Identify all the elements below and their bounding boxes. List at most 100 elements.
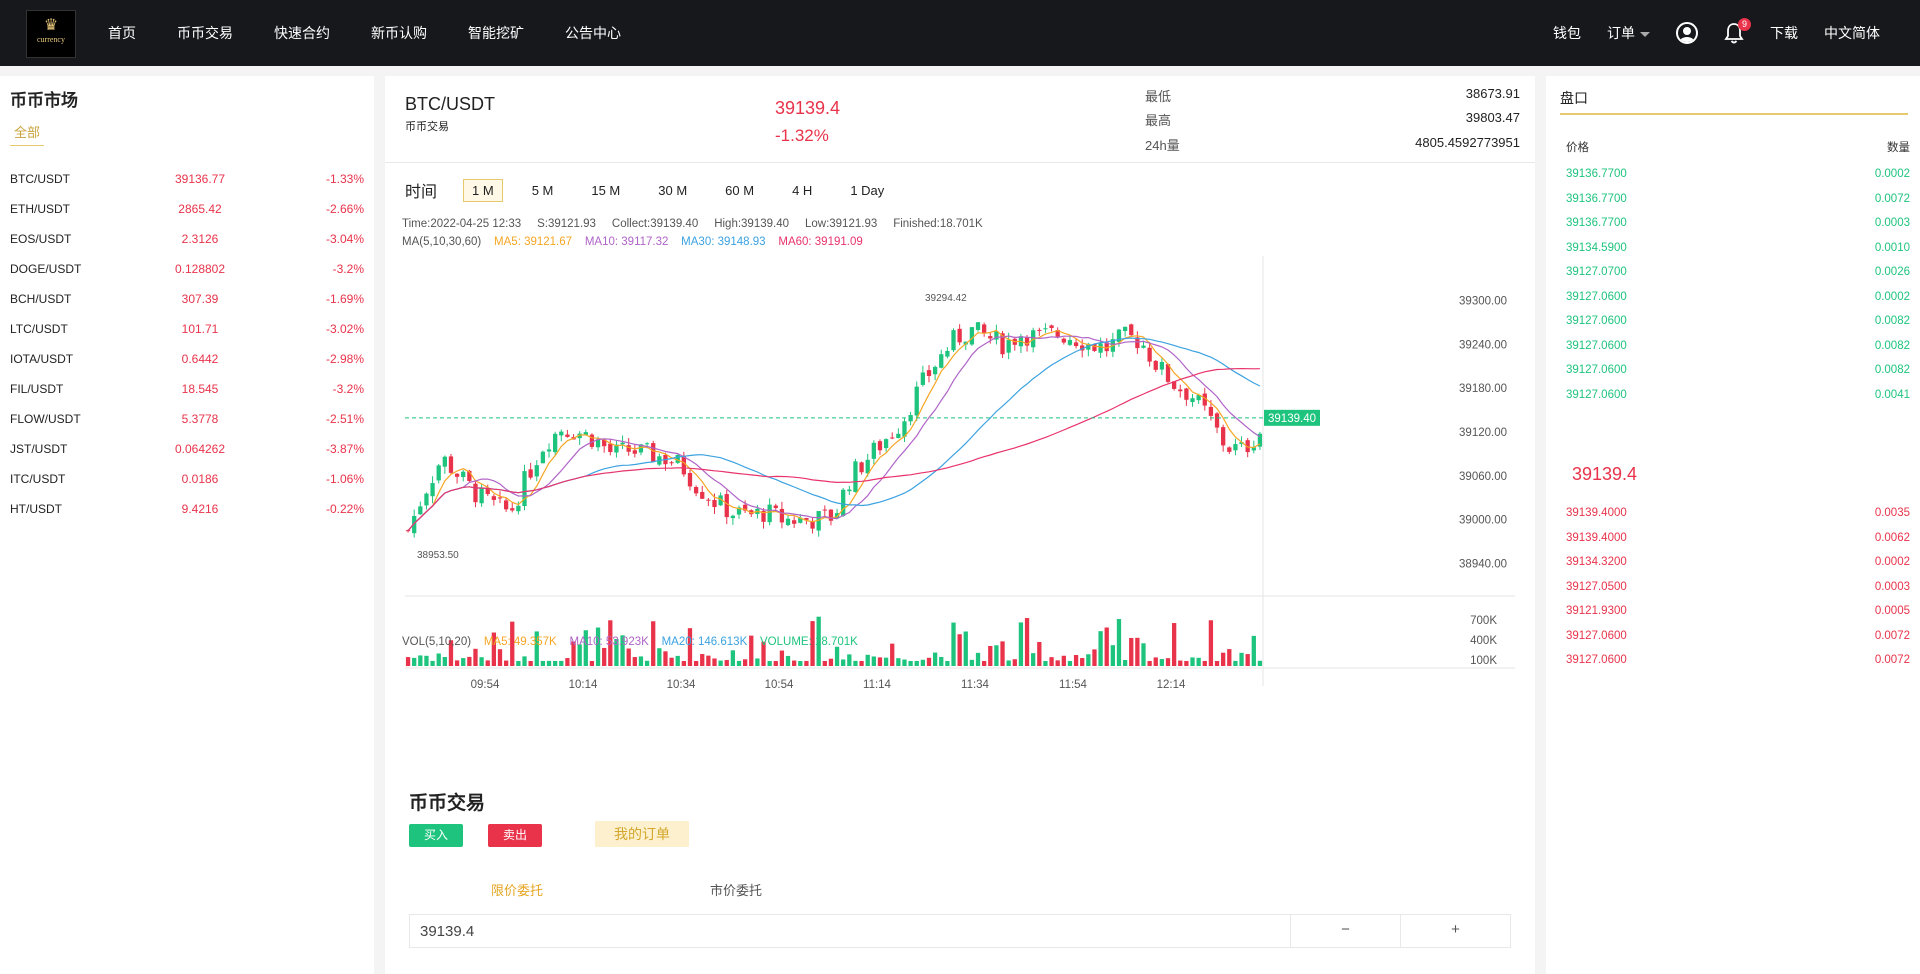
bid-row[interactable]: 39127.0700 0.0026 (1566, 266, 1910, 278)
volume-bar (405, 657, 411, 666)
candle-body (945, 350, 950, 357)
ask-row[interactable]: 39139.4000 0.0062 (1566, 532, 1910, 544)
market-row[interactable]: FLOW/USDT 5.3778 -2.51% (0, 404, 374, 434)
order-price: 39127.0500 (1566, 580, 1627, 593)
orderbook-header: 价格 数量 (1566, 139, 1910, 155)
volume-tick-label: 400K (1470, 635, 1497, 647)
candle-body (516, 505, 521, 512)
timeframe-1day[interactable]: 1 Day (841, 179, 893, 202)
volume-bar (1037, 642, 1042, 666)
bid-row[interactable]: 39127.0600 0.0082 (1566, 315, 1910, 327)
market-row[interactable]: HT/USDT 9.4216 -0.22% (0, 494, 374, 524)
market-row[interactable]: JST/USDT 0.064262 -3.87% (0, 434, 374, 464)
market-row[interactable]: ETH/USDT 2865.42 -2.66% (0, 194, 374, 224)
qty-column-header: 数量 (1887, 142, 1910, 154)
volume-bar (841, 659, 846, 666)
timeframe-15m[interactable]: 15 M (582, 179, 629, 202)
volume-bar (1043, 660, 1048, 666)
my-orders-button[interactable]: 我的订单 (595, 821, 689, 847)
price-input[interactable]: 39139.4 (410, 923, 1290, 940)
volume-bar (1018, 622, 1024, 666)
nav-new-coin[interactable]: 新币认购 (371, 23, 427, 43)
ask-row[interactable]: 39127.0600 0.0072 (1566, 630, 1910, 642)
tab-market-order[interactable]: 市价委托 (710, 880, 762, 899)
brand-logo[interactable]: ♛ currency (26, 10, 76, 58)
market-change: -0.22% (325, 502, 364, 516)
ma10-value: MA10: 39117.32 (584, 236, 669, 248)
bell-icon: 9 (1724, 18, 1751, 44)
tab-all[interactable]: 全部 (10, 122, 44, 146)
time-tick-label: 10:54 (765, 679, 794, 691)
order-quantity: 0.0072 (1874, 654, 1910, 666)
candle-body (859, 462, 864, 473)
candle-body (841, 489, 846, 516)
volume-bar (1221, 652, 1226, 666)
user-account[interactable] (1676, 22, 1698, 44)
market-row[interactable]: LTC/USDT 101.71 -3.02% (0, 314, 374, 344)
bid-row[interactable]: 39134.5900 0.0010 (1566, 242, 1910, 254)
market-price: 101.71 (181, 322, 219, 336)
market-title: 币币市场 (10, 91, 78, 110)
ask-row[interactable]: 39127.0500 0.0003 (1566, 581, 1910, 593)
notification-button[interactable]: 9 (1724, 18, 1751, 44)
buy-button[interactable]: 买入 (409, 824, 463, 847)
volume-bar (497, 649, 503, 666)
bid-row[interactable]: 39127.0600 0.0041 (1566, 389, 1910, 401)
orders-menu[interactable]: 订单 (1607, 23, 1650, 43)
order-price: 39136.7700 (1566, 192, 1627, 205)
timeframe-60m[interactable]: 60 M (716, 179, 763, 202)
kline-chart[interactable]: 39300.00 39240.00 39180.00 39120.00 39060.00… (395, 256, 1525, 816)
ask-row[interactable]: 39127.0600 0.0072 (1566, 654, 1910, 666)
market-row[interactable]: FIL/USDT 18.545 -3.2% (0, 374, 374, 404)
volume-bar (454, 660, 460, 666)
volume-bar (902, 659, 907, 666)
volume-bar (1092, 649, 1097, 666)
market-row[interactable]: DOGE/USDT 0.128802 -3.2% (0, 254, 374, 284)
download-link[interactable]: 下载 (1770, 23, 1798, 43)
nav-contract[interactable]: 快速合约 (274, 23, 330, 43)
timeframe-5m[interactable]: 5 M (523, 179, 563, 202)
volume-bar (559, 660, 564, 666)
wallet-link[interactable]: 钱包 (1553, 23, 1581, 43)
market-row[interactable]: BCH/USDT 307.39 -1.69% (0, 284, 374, 314)
candle-body (1067, 340, 1073, 345)
candle-body (969, 327, 975, 345)
bid-row[interactable]: 39127.0600 0.0002 (1566, 291, 1910, 303)
nav-home[interactable]: 首页 (108, 23, 136, 43)
timeframe-30m[interactable]: 30 M (649, 179, 696, 202)
candle-body (1043, 328, 1048, 330)
market-symbol: ETH/USDT (10, 202, 70, 216)
market-row[interactable]: ITC/USDT 0.0186 -1.06% (0, 464, 374, 494)
market-panel: 币币市场 全部 BTC/USDT 39136.77 -1.33% ETH/USDT 28… (0, 76, 374, 974)
sell-button[interactable]: 卖出 (488, 824, 542, 847)
bid-row[interactable]: 39136.7700 0.0002 (1566, 168, 1910, 180)
volume-bar (724, 660, 729, 666)
price-decrease-button[interactable]: − (1290, 914, 1400, 948)
ask-row[interactable]: 39134.3200 0.0002 (1566, 556, 1910, 568)
market-row[interactable]: EOS/USDT 2.3126 -3.04% (0, 224, 374, 254)
volume-bar (963, 631, 968, 666)
bid-row[interactable]: 39136.7700 0.0003 (1566, 217, 1910, 229)
bid-row[interactable]: 39136.7700 0.0072 (1566, 193, 1910, 205)
timeframe-4h[interactable]: 4 H (783, 179, 821, 202)
market-row[interactable]: BTC/USDT 39136.77 -1.33% (0, 164, 374, 194)
price-increase-button[interactable]: + (1400, 914, 1510, 948)
ask-row[interactable]: 39121.9300 0.0005 (1566, 605, 1910, 617)
candle-body (1061, 338, 1066, 343)
volume-bar (430, 660, 435, 666)
ask-row[interactable]: 39139.4000 0.0035 (1566, 507, 1910, 519)
market-row[interactable]: IOTA/USDT 0.6442 -2.98% (0, 344, 374, 374)
bid-row[interactable]: 39127.0600 0.0082 (1566, 340, 1910, 352)
nav-spot-trading[interactable]: 币币交易 (177, 23, 233, 43)
language-select[interactable]: 中文简体 (1824, 23, 1880, 43)
bid-row[interactable]: 39127.0600 0.0082 (1566, 364, 1910, 376)
last-price-tag-label: 39139.40 (1268, 413, 1316, 425)
volume-bar (1171, 623, 1177, 666)
order-quantity: 0.0002 (1874, 168, 1910, 180)
tab-limit-order[interactable]: 限价委托 (491, 880, 543, 899)
timeframe-1m[interactable]: 1 M (463, 178, 503, 202)
volume-bar (798, 661, 803, 666)
nav-announcements[interactable]: 公告中心 (565, 23, 621, 43)
volume-bar (553, 660, 558, 666)
nav-mining[interactable]: 智能挖矿 (468, 23, 524, 43)
